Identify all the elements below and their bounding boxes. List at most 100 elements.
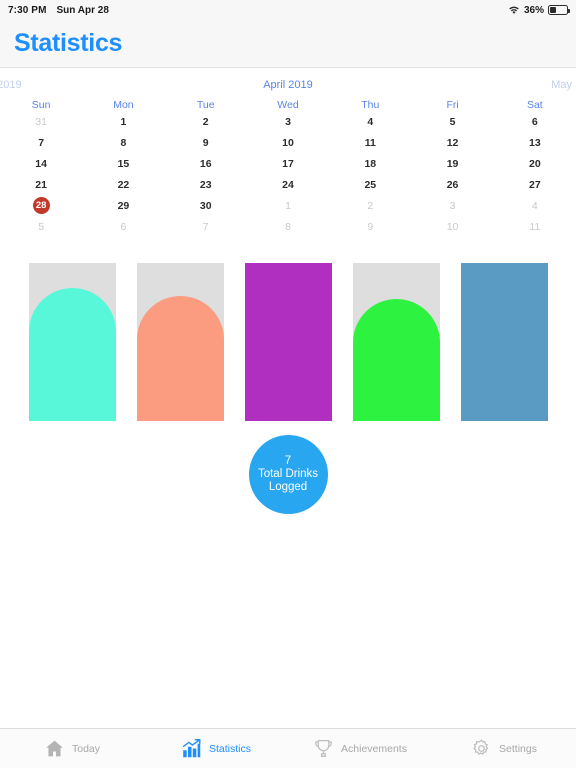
calendar-day-cell[interactable]: 1 [247,200,329,212]
calendar-day-cell[interactable]: 10 [247,137,329,149]
calendar[interactable]: h 2019 April 2019 May Sun Mon Tue Wed Thu Fri… [0,68,576,237]
bar-fill-1 [28,288,116,421]
status-bar-left: 7:30 PM Sun Apr 28 [8,5,109,16]
calendar-day-cell[interactable]: 15 [82,158,164,170]
calendar-day-cell[interactable]: 9 [165,137,247,149]
calendar-day-cell[interactable]: 17 [247,158,329,170]
calendar-weekday-wed: Wed [277,99,299,111]
calendar-header: h 2019 April 2019 May [0,74,576,96]
calendar-day-cell[interactable]: 8 [82,137,164,149]
calendar-day-cell[interactable]: 6 [494,116,576,128]
home-icon [44,738,65,759]
bar-track-2 [136,263,224,421]
calendar-day-cell[interactable]: 3 [247,116,329,128]
calendar-week-row: 31 1 2 3 4 5 6 [0,111,576,132]
calendar-week-row: 28 29 30 1 2 3 4 [0,195,576,216]
status-bar-right: 36% [508,4,570,16]
calendar-weekday-mon: Mon [113,99,134,111]
calendar-day-cell[interactable]: 2 [329,200,411,212]
bar-fill-4 [352,299,440,421]
trophy-icon [313,738,334,759]
calendar-day-cell[interactable]: 22 [82,179,164,191]
calendar-day-cell[interactable]: 26 [411,179,493,191]
bar-track-5 [460,263,548,421]
total-drinks-badge-wrap: 7 Total Drinks Logged [0,435,576,514]
calendar-day-cell[interactable]: 24 [247,179,329,191]
calendar-next-month-label[interactable]: May [551,79,572,91]
wifi-icon [508,5,520,15]
calendar-day-cell[interactable]: 21 [0,179,82,191]
tab-label-settings: Settings [499,742,537,755]
calendar-day-cell[interactable]: 16 [165,158,247,170]
bar-chart-icon [181,738,202,759]
calendar-week-row: 21 22 23 24 25 26 27 [0,174,576,195]
bar-track-3 [244,263,332,421]
gear-icon [471,738,492,759]
calendar-week-row: 14 15 16 17 18 19 20 [0,153,576,174]
tab-achievements[interactable]: Achievements [288,729,432,768]
calendar-day-cell[interactable]: 2 [165,116,247,128]
tab-settings[interactable]: Settings [432,729,576,768]
calendar-day-cell[interactable]: 9 [329,221,411,233]
drinks-bar-chart [0,261,576,421]
tab-label-statistics: Statistics [208,742,251,755]
calendar-weekday-sat: Sat [526,99,543,111]
status-time: 7:30 PM [8,4,47,16]
calendar-weekday-tue: Tue [196,99,215,111]
calendar-day-cell[interactable]: 28 [0,197,82,214]
calendar-current-month-label: April 2019 [263,79,313,91]
calendar-day-cell[interactable]: 8 [247,221,329,233]
calendar-day-cell[interactable]: 31 [0,116,82,128]
calendar-day-cell[interactable]: 14 [0,158,82,170]
status-date: Sun Apr 28 [56,4,109,16]
bar-fill-3 [244,263,332,421]
calendar-day-cell[interactable]: 4 [494,200,576,212]
calendar-day-cell[interactable]: 27 [494,179,576,191]
calendar-day-cell[interactable]: 1 [82,116,164,128]
calendar-week-row: 5 6 7 8 9 10 11 [0,216,576,237]
calendar-day-cell[interactable]: 4 [329,116,411,128]
calendar-day-cell[interactable]: 13 [494,137,576,149]
calendar-prev-month-label[interactable]: h 2019 [0,79,22,91]
tab-label-today: Today [71,742,101,755]
calendar-day-cell[interactable]: 7 [165,221,247,233]
total-drinks-badge: 7 Total Drinks Logged [248,435,328,514]
calendar-day-cell[interactable]: 5 [0,221,82,233]
calendar-day-cell[interactable]: 23 [165,179,247,191]
calendar-day-cell[interactable]: 18 [329,158,411,170]
calendar-day-cell[interactable]: 11 [494,221,576,233]
total-drinks-count: 7 [284,455,292,467]
calendar-day-cell[interactable]: 20 [494,158,576,170]
bar-track-1 [28,263,116,421]
total-drinks-label-line2: Logged [268,481,308,493]
calendar-day-cell[interactable]: 12 [411,137,493,149]
tab-today[interactable]: Today [0,729,144,768]
calendar-weekday-thu: Thu [361,99,380,111]
bar-fill-2 [136,296,224,421]
calendar-day-cell[interactable]: 19 [411,158,493,170]
calendar-day-cell[interactable]: 7 [0,137,82,149]
battery-percent-label: 36% [523,4,544,16]
calendar-weekday-fri: Fri [446,99,459,111]
bar-fill-5 [460,263,548,421]
calendar-day-cell[interactable]: 30 [165,200,247,212]
calendar-grid[interactable]: 31 1 2 3 4 5 6 7 8 9 10 11 12 13 14 15 16 17 18 19 20 21 22 23 2… [0,111,576,237]
calendar-day-cell[interactable]: 25 [329,179,411,191]
calendar-weekday-sun: Sun [31,99,51,111]
calendar-day-cell[interactable]: 3 [411,200,493,212]
status-bar: 7:30 PM Sun Apr 28 36% [0,0,576,20]
calendar-day-cell[interactable]: 6 [82,221,164,233]
calendar-weekday-row: Sun Mon Tue Wed Thu Fri Sat [0,99,576,111]
calendar-day-cell[interactable]: 5 [411,116,493,128]
total-drinks-label-line1: Total Drinks [257,468,319,480]
tab-statistics[interactable]: Statistics [144,729,288,768]
calendar-week-row: 7 8 9 10 11 12 13 [0,132,576,153]
calendar-selected-day[interactable]: 28 [32,197,50,214]
tab-bar[interactable]: Today Statistics Achievements Settings [0,728,576,768]
calendar-day-cell[interactable]: 11 [329,137,411,149]
navigation-bar: Statistics [0,20,576,68]
tab-label-achievements: Achievements [341,742,407,755]
calendar-day-cell[interactable]: 10 [411,221,493,233]
page-title: Statistics [14,29,123,57]
calendar-day-cell[interactable]: 29 [82,200,164,212]
